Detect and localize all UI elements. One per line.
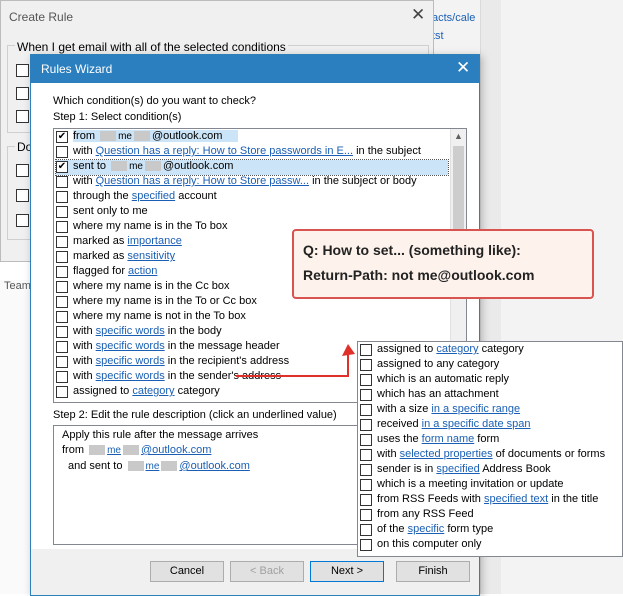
condition-checkbox[interactable] <box>360 344 372 356</box>
condition-text-suffix: Address Book <box>482 463 551 475</box>
condition-checkbox[interactable] <box>360 359 372 371</box>
condition-text-prefix: received <box>377 418 419 430</box>
condition-checkbox[interactable] <box>360 539 372 551</box>
condition-text-suffix: in the title <box>551 493 599 505</box>
condition-text-prefix: from any RSS Feed <box>377 508 474 520</box>
arrow-head <box>342 344 355 356</box>
condition-checkbox[interactable] <box>360 449 372 461</box>
condition-text-prefix: which has an attachment <box>377 388 499 400</box>
condition-text-prefix: sender is in <box>377 463 434 475</box>
condition-text-prefix: on this computer only <box>377 538 482 550</box>
callout-line-2: Return-Path: not me@outlook.com <box>303 267 535 283</box>
condition-checkbox[interactable] <box>360 524 372 536</box>
condition-checkbox[interactable] <box>360 434 372 446</box>
condition-link[interactable]: selected properties <box>400 448 493 460</box>
callout-line-1: Q: How to set... (something like): <box>303 242 521 258</box>
condition-text: from RSS Feeds with specified text in th… <box>377 493 598 505</box>
condition-text-prefix: assigned to any category <box>377 358 500 370</box>
condition-link[interactable]: in a specific date span <box>422 418 531 430</box>
condition-text-suffix: form <box>477 433 500 445</box>
condition-link[interactable]: category <box>436 343 478 355</box>
condition-text: which is a meeting invitation or update <box>377 478 564 490</box>
condition-checkbox[interactable] <box>360 464 372 476</box>
condition-text: which has an attachment <box>377 388 499 400</box>
condition-text-prefix: of the <box>377 523 405 535</box>
condition-text: received in a specific date span <box>377 418 531 430</box>
condition-text: which is an automatic reply <box>377 373 509 385</box>
condition-text: with a size in a specific range <box>377 403 520 415</box>
condition-link[interactable]: in a specific range <box>431 403 520 415</box>
condition-text-prefix: uses the <box>377 433 419 445</box>
condition-text: sender is in specified Address Book <box>377 463 551 475</box>
condition-text-prefix: assigned to <box>377 343 434 355</box>
condition-checkbox[interactable] <box>360 509 372 521</box>
condition-link[interactable]: form name <box>422 433 475 445</box>
arrow-line <box>236 352 349 377</box>
condition-text-prefix: from RSS Feeds with <box>377 493 481 505</box>
condition-text: uses the form name form <box>377 433 499 445</box>
condition-checkbox[interactable] <box>360 494 372 506</box>
condition-text: with selected properties of documents or… <box>377 448 605 460</box>
condition-link[interactable]: specified text <box>484 493 548 505</box>
condition-text: on this computer only <box>377 538 482 550</box>
condition-text-prefix: which is an automatic reply <box>377 373 510 385</box>
condition-checkbox[interactable] <box>360 374 372 386</box>
condition-text: assigned to category category <box>377 343 524 355</box>
condition-text: from any RSS Feed <box>377 508 474 520</box>
condition-text-prefix: with a size <box>377 403 429 415</box>
condition-text-prefix: with <box>377 448 397 460</box>
condition-checkbox[interactable] <box>360 404 372 416</box>
condition-text-prefix: which is a meeting invitation or update <box>377 478 564 490</box>
condition-link[interactable]: specified <box>436 463 479 475</box>
condition-checkbox[interactable] <box>360 389 372 401</box>
extended-conditions-list: assigned to category category assigned to… <box>357 341 623 557</box>
condition-checkbox[interactable] <box>360 419 372 431</box>
condition-text-suffix: form type <box>447 523 494 535</box>
condition-text-suffix: category <box>481 343 524 355</box>
condition-text-suffix: of documents or forms <box>495 448 606 460</box>
condition-link[interactable]: specific <box>408 523 445 535</box>
question-callout: Q: How to set... (something like): Retur… <box>292 229 594 299</box>
condition-text: assigned to any category <box>377 358 499 370</box>
condition-checkbox[interactable] <box>360 479 372 491</box>
condition-text: of the specific form type <box>377 523 493 535</box>
